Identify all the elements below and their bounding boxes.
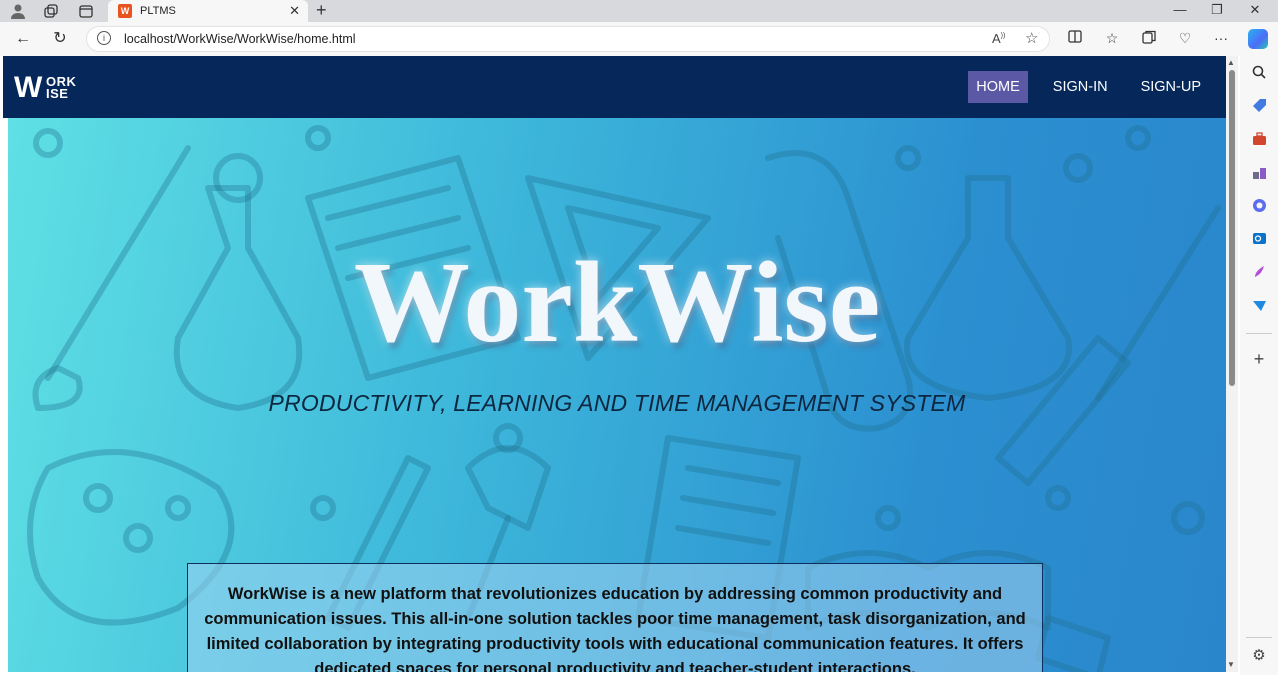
browser-tab-bar: W PLTMS ✕ + — ❐ ✕: [0, 0, 1278, 22]
info-icon[interactable]: i: [97, 31, 111, 45]
restore-icon[interactable]: ❐: [1202, 2, 1232, 18]
add-icon[interactable]: +: [1250, 350, 1268, 368]
tab-title: PLTMS: [140, 5, 176, 17]
toolbox-icon[interactable]: [1250, 132, 1268, 150]
games-icon[interactable]: [1250, 165, 1268, 183]
plus-icon[interactable]: +: [316, 0, 327, 21]
workwise-favicon: W: [118, 4, 132, 18]
about-text: WorkWise is a new platform that revoluti…: [204, 585, 1026, 672]
scroll-up-icon[interactable]: ▲: [1227, 58, 1235, 67]
outlook-icon[interactable]: [1250, 231, 1268, 249]
page-viewport: W ORK ISE HOME SIGN-IN SIGN-UP WorkWise …: [3, 56, 1226, 672]
favorites-icon[interactable]: ☆: [1102, 30, 1122, 47]
about-box: WorkWise is a new platform that revoluti…: [187, 563, 1043, 672]
browser-sidebar: + ⚙: [1240, 56, 1278, 675]
scroll-down-icon[interactable]: ▼: [1227, 660, 1235, 669]
close-tab-icon[interactable]: ✕: [289, 3, 300, 19]
refresh-icon[interactable]: ↻: [49, 29, 71, 49]
page-scrollbar[interactable]: ▲ ▼: [1226, 56, 1238, 672]
split-screen-icon[interactable]: [1065, 30, 1085, 46]
url-text[interactable]: localhost/WorkWise/WorkWise/home.html: [124, 32, 356, 46]
minimize-icon[interactable]: —: [1165, 2, 1195, 17]
browser-toolbar: ← ↻ i localhost/WorkWise/WorkWise/home.h…: [0, 22, 1278, 56]
nav-sign-up[interactable]: SIGN-UP: [1133, 71, 1209, 103]
scroll-thumb[interactable]: [1229, 70, 1235, 386]
office-icon[interactable]: [1250, 198, 1268, 216]
sidebar-divider: [1246, 333, 1272, 334]
read-aloud-icon[interactable]: A)): [992, 31, 1005, 46]
logo-letter: W: [14, 71, 42, 104]
collections-icon[interactable]: [1139, 30, 1159, 47]
logo-bottom-text: ISE: [46, 86, 69, 101]
back-arrow-icon[interactable]: ←: [12, 29, 34, 49]
profile-icon[interactable]: [8, 2, 28, 20]
hero-title: WorkWise: [353, 239, 881, 367]
designer-icon[interactable]: [1250, 264, 1268, 282]
close-window-icon[interactable]: ✕: [1240, 2, 1270, 18]
site-header: W ORK ISE HOME SIGN-IN SIGN-UP: [3, 56, 1226, 118]
workwise-logo[interactable]: W ORK ISE: [14, 71, 94, 104]
hero-section: WorkWise PRODUCTIVITY, LEARNING AND TIME…: [8, 118, 1226, 672]
workspaces-icon[interactable]: [41, 2, 61, 20]
nav-home[interactable]: HOME: [968, 71, 1028, 103]
nav-sign-in[interactable]: SIGN-IN: [1045, 71, 1116, 103]
hero-subtitle: PRODUCTIVITY, LEARNING AND TIME MANAGEME…: [268, 390, 966, 416]
send-icon[interactable]: [1250, 298, 1268, 316]
main-nav: HOME SIGN-IN SIGN-UP: [968, 71, 1226, 103]
copilot-icon[interactable]: [1248, 29, 1268, 49]
more-icon[interactable]: ···: [1211, 30, 1231, 46]
tag-icon[interactable]: [1250, 98, 1268, 116]
tab-actions-icon[interactable]: [76, 2, 96, 20]
heart-pulse-icon[interactable]: ♡: [1175, 30, 1195, 47]
settings-icon[interactable]: ⚙: [1250, 647, 1268, 665]
star-icon[interactable]: ☆: [1025, 29, 1038, 47]
browser-tab[interactable]: W PLTMS ✕: [108, 0, 308, 22]
sidebar-divider: [1246, 637, 1272, 638]
search-icon[interactable]: [1250, 65, 1268, 83]
address-bar[interactable]: i localhost/WorkWise/WorkWise/home.html …: [86, 26, 1050, 52]
